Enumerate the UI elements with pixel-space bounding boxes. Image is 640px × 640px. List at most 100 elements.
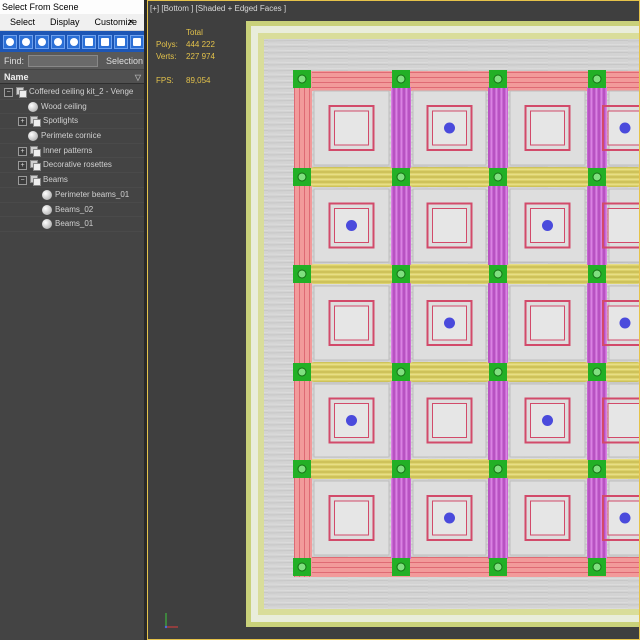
horizontal-beam bbox=[506, 167, 589, 187]
verts-label: Verts: bbox=[156, 52, 177, 61]
decorative-rosette bbox=[297, 74, 307, 84]
layer-icon[interactable] bbox=[30, 116, 41, 128]
spotlight bbox=[346, 220, 357, 231]
polys-label: Polys: bbox=[156, 40, 178, 49]
menu-select[interactable]: Select bbox=[0, 14, 40, 31]
vertical-beam bbox=[391, 380, 411, 461]
inner-pattern-panel bbox=[530, 305, 565, 341]
spotlight bbox=[542, 220, 553, 231]
display-shapes-icon[interactable] bbox=[18, 34, 33, 49]
scene-explorer-panel: Select From Scene Select Display Customi… bbox=[0, 0, 144, 640]
scene-tree: − Coffered ceiling kit_2 - Venge Wood ceil… bbox=[0, 85, 144, 232]
object-icon[interactable] bbox=[42, 219, 52, 230]
spotlight bbox=[619, 317, 631, 329]
inner-pattern-panel bbox=[607, 208, 639, 243]
coffered-ceiling-render bbox=[246, 21, 639, 627]
display-groups-icon[interactable] bbox=[98, 34, 113, 49]
display-bones-icon[interactable] bbox=[130, 34, 144, 49]
decorative-rosette bbox=[592, 464, 602, 474]
tree-item-label: Beams bbox=[43, 175, 68, 185]
tree-item-label: Beams_01 bbox=[55, 219, 94, 229]
tree-item-label: Wood ceiling bbox=[41, 101, 87, 111]
decorative-rosette bbox=[493, 562, 503, 572]
display-xrefs-icon[interactable] bbox=[114, 34, 129, 49]
object-icon[interactable] bbox=[42, 204, 52, 215]
collapse-icon[interactable]: − bbox=[4, 88, 13, 97]
decorative-rosette bbox=[493, 74, 503, 84]
display-lights-icon[interactable] bbox=[34, 34, 49, 49]
expand-icon[interactable]: + bbox=[18, 161, 27, 171]
object-icon[interactable] bbox=[42, 189, 52, 200]
window-title-text: Select From Scene bbox=[2, 2, 79, 12]
inner-pattern-panel bbox=[334, 305, 369, 341]
vertical-beam bbox=[391, 477, 411, 559]
name-column-label: Name bbox=[4, 72, 29, 82]
layer-icon[interactable] bbox=[30, 160, 41, 172]
decorative-rosette bbox=[592, 74, 602, 84]
tree-item[interactable]: Beams_02 bbox=[0, 203, 144, 218]
display-helpers-icon[interactable] bbox=[66, 34, 81, 49]
tree-item[interactable]: − Beams bbox=[0, 173, 144, 188]
horizontal-beam bbox=[310, 264, 393, 284]
tree-item[interactable]: Beams_01 bbox=[0, 217, 144, 232]
close-icon[interactable]: × bbox=[124, 14, 138, 31]
tree-item[interactable]: − Coffered ceiling kit_2 - Venge bbox=[0, 85, 144, 100]
decorative-rosette bbox=[396, 74, 406, 84]
sort-arrow-icon[interactable]: ▽ bbox=[135, 71, 141, 85]
decorative-rosette bbox=[592, 562, 602, 572]
horizontal-beam bbox=[605, 362, 639, 382]
spotlight bbox=[346, 415, 357, 426]
name-column-header[interactable]: Name ▽ bbox=[0, 70, 144, 84]
expand-icon[interactable]: + bbox=[18, 117, 27, 127]
tree-item[interactable]: + Decorative rosettes bbox=[0, 158, 144, 174]
menu-display[interactable]: Display bbox=[40, 14, 85, 31]
tree-item[interactable]: Perimeter beams_01 bbox=[0, 188, 144, 203]
decorative-rosette bbox=[297, 562, 307, 572]
tree-item[interactable]: Perimete cornice bbox=[0, 129, 144, 144]
selection-set-dropdown[interactable]: Selection bbox=[106, 56, 143, 66]
viewport-bottom[interactable]: [+] [Bottom ] [Shaded + Edged Faces ] To… bbox=[147, 0, 640, 640]
horizontal-beam bbox=[409, 167, 490, 187]
tree-item-label: Inner patterns bbox=[43, 145, 93, 155]
tree-item[interactable]: + Spotlights bbox=[0, 114, 144, 130]
layer-icon[interactable] bbox=[30, 145, 41, 157]
decorative-rosette bbox=[493, 464, 503, 474]
spotlight bbox=[444, 512, 455, 524]
decorative-rosette bbox=[592, 172, 602, 182]
decorative-rosette bbox=[396, 172, 406, 182]
vertical-beam bbox=[488, 87, 508, 169]
find-row: Find: Selection bbox=[0, 52, 144, 69]
horizontal-beam bbox=[506, 459, 589, 479]
decorative-rosette bbox=[396, 562, 406, 572]
decorative-rosette bbox=[592, 367, 602, 377]
find-input[interactable] bbox=[28, 54, 98, 67]
object-icon[interactable] bbox=[28, 101, 38, 112]
axis-gizmo-icon bbox=[164, 613, 178, 629]
tree-item[interactable]: + Inner patterns bbox=[0, 144, 144, 159]
inner-pattern-panel bbox=[432, 208, 467, 243]
decorative-rosette bbox=[493, 367, 503, 377]
viewport-label[interactable]: [+] [Bottom ] [Shaded + Edged Faces ] bbox=[150, 4, 286, 13]
decorative-rosette bbox=[297, 269, 307, 279]
window-title: Select From Scene bbox=[0, 0, 144, 14]
expand-icon[interactable]: + bbox=[18, 146, 27, 156]
decorative-rosette bbox=[493, 269, 503, 279]
layer-icon[interactable] bbox=[30, 175, 41, 187]
decorative-rosette bbox=[396, 367, 406, 377]
display-cameras-icon[interactable] bbox=[50, 34, 65, 49]
horizontal-beam bbox=[310, 362, 393, 382]
horizontal-beam bbox=[310, 167, 393, 187]
verts-value: 227 974 bbox=[186, 52, 215, 61]
layer-icon[interactable] bbox=[16, 87, 27, 98]
vertical-beam bbox=[391, 282, 411, 364]
display-spacewarps-icon[interactable] bbox=[82, 34, 97, 49]
tree-item[interactable]: Wood ceiling bbox=[0, 100, 144, 115]
object-icon[interactable] bbox=[28, 131, 38, 142]
display-geometry-icon[interactable] bbox=[3, 34, 17, 49]
decorative-rosette bbox=[297, 172, 307, 182]
vertical-beam bbox=[488, 282, 508, 364]
tree-item-label: Perimete cornice bbox=[41, 131, 102, 141]
polys-value: 444 222 bbox=[186, 40, 215, 49]
decorative-rosette bbox=[396, 269, 406, 279]
collapse-icon[interactable]: − bbox=[18, 176, 27, 186]
